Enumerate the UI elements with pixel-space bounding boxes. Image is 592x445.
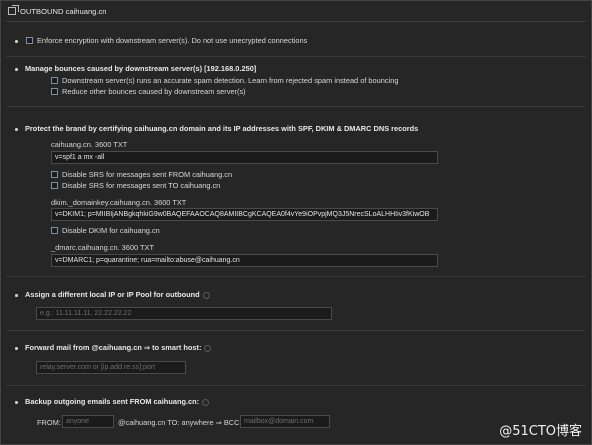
backup-mid-label: @caihuang.cn TO: anywhere ⇒ BCC: (118, 418, 242, 427)
divider (6, 106, 586, 107)
dkim-label: dkim._domainkey.caihuang.cn. 3600 TXT (51, 198, 187, 207)
ip-pool-input[interactable]: e.g.: 11.11.11.11, 22.22.22.22 (36, 307, 332, 320)
smart-host-input[interactable]: relay.server.com or [ip.add.re.ss]:port (36, 361, 186, 374)
bounces-opt2-label: Reduce other bounces caused by downstrea… (62, 86, 246, 96)
bullet (15, 68, 18, 71)
encryption-row[interactable]: Enforce encryption with downstream serve… (26, 35, 307, 45)
bounces-opt1-label: Downstream server(s) runs an accurate sp… (62, 75, 399, 85)
backup-from-input[interactable]: anyone (62, 415, 114, 428)
backup-title-text: Backup outgoing emails sent FROM caihuan… (25, 397, 200, 406)
ip-pool-title: Assign a different local IP or IP Pool f… (25, 290, 210, 299)
header-divider (6, 21, 586, 22)
bullet (15, 128, 18, 131)
dkim-disable-checkbox[interactable] (51, 226, 58, 234)
dkim-disable-label: Disable DKIM for caihuang.cn (62, 225, 160, 235)
srs-to-checkbox[interactable] (51, 181, 58, 189)
bullet (15, 294, 18, 297)
dkim-field[interactable]: v=DKIM1; p=MIIBIjANBgkqhkiG9w0BAQEFAAOCA… (51, 208, 438, 221)
info-icon[interactable] (202, 291, 210, 299)
bullet (15, 40, 18, 43)
backup-bcc-input[interactable]: mailbox@domain.com (240, 415, 330, 428)
info-icon[interactable] (204, 344, 212, 352)
forward-title: Forward mail from @caihuang.cn ⇒ to smar… (25, 343, 212, 352)
bounces-opt1-checkbox[interactable] (51, 76, 58, 84)
encryption-checkbox[interactable] (26, 36, 33, 44)
backup-title: Backup outgoing emails sent FROM caihuan… (25, 397, 210, 406)
bullet (15, 401, 18, 404)
info-icon[interactable] (202, 398, 210, 406)
srs-from-row[interactable]: Disable SRS for messages sent FROM caihu… (51, 169, 232, 179)
divider (6, 276, 586, 277)
srs-to-label: Disable SRS for messages sent TO caihuan… (62, 180, 221, 190)
bounces-opt2-checkbox[interactable] (51, 87, 58, 95)
dkim-disable-row[interactable]: Disable DKIM for caihuang.cn (51, 225, 160, 235)
dmarc-label: _dmarc.caihuang.cn. 3600 TXT (51, 243, 154, 252)
srs-from-checkbox[interactable] (51, 170, 58, 178)
external-link-icon[interactable] (8, 5, 19, 15)
encryption-label: Enforce encryption with downstream serve… (37, 35, 308, 45)
divider (6, 330, 586, 331)
spf-field[interactable]: v=spf1 a mx -all (51, 151, 438, 164)
spf-label: caihuang.cn. 3600 TXT (51, 140, 128, 149)
brand-title: Protect the brand by certifying caihuang… (25, 124, 419, 133)
header: OUTBOUND caihuang.cn (8, 5, 107, 17)
watermark: @51CTO博客 (499, 424, 582, 439)
bounces-title: Manage bounces caused by downstream serv… (25, 64, 257, 73)
srs-from-label: Disable SRS for messages sent FROM caihu… (62, 169, 233, 179)
bounces-option-2[interactable]: Reduce other bounces caused by downstrea… (51, 86, 246, 96)
page-title: OUTBOUND caihuang.cn (20, 6, 107, 16)
forward-title-text: Forward mail from @caihuang.cn ⇒ to smar… (25, 343, 202, 352)
bounces-option-1[interactable]: Downstream server(s) runs an accurate sp… (51, 75, 398, 85)
ip-pool-title-text: Assign a different local IP or IP Pool f… (25, 290, 200, 299)
bullet (15, 347, 18, 350)
dmarc-field[interactable]: v=DMARC1; p=quarantine; rua=mailto:abuse… (51, 254, 438, 267)
divider (6, 385, 586, 386)
divider (6, 56, 586, 57)
backup-from-label: FROM: (37, 418, 61, 427)
srs-to-row[interactable]: Disable SRS for messages sent TO caihuan… (51, 180, 220, 190)
